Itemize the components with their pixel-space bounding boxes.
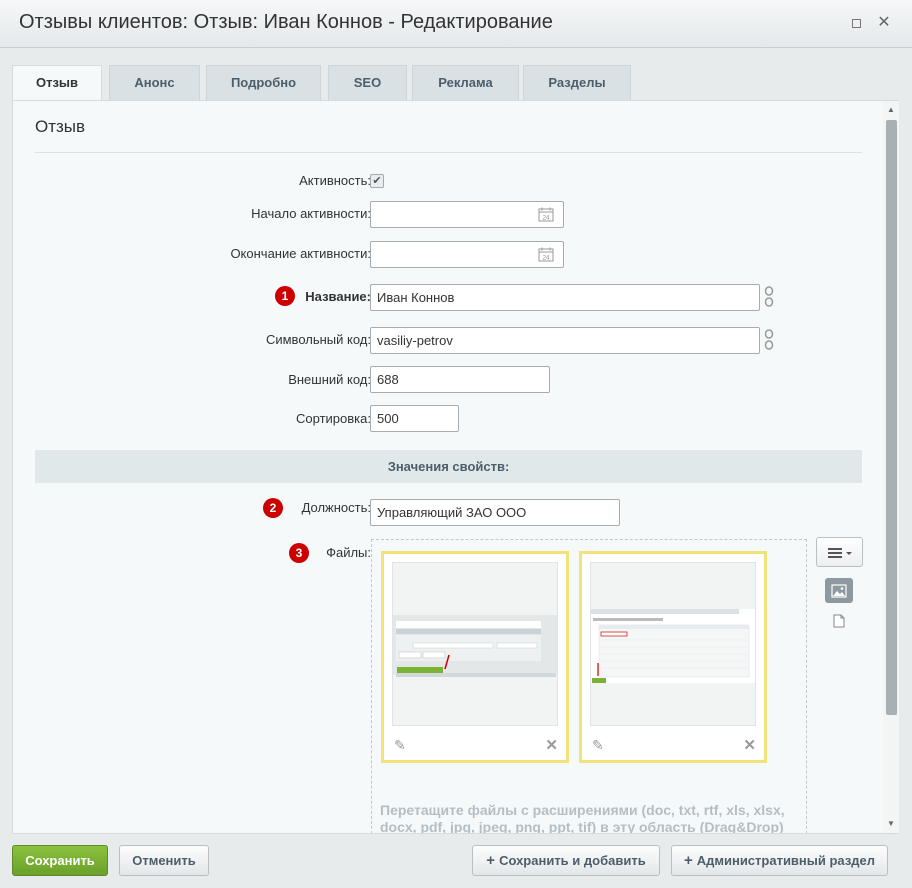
external-code-label: Внешний код: [288, 372, 371, 387]
tab-details[interactable]: Подробно [206, 65, 321, 100]
scroll-up-icon[interactable]: ▲ [887, 105, 895, 114]
admin-section-label: Административный раздел [696, 853, 876, 868]
position-label: Должность: [301, 500, 371, 515]
file-menu-button[interactable] [816, 537, 863, 567]
active-label: Активность: [299, 173, 371, 188]
sort-label: Сортировка: [296, 411, 371, 426]
properties-header: Значения свойств: [35, 450, 862, 483]
chain-link-icon[interactable] [763, 328, 775, 352]
tab-seo[interactable]: SEO [328, 65, 407, 100]
hamburger-icon [827, 548, 852, 559]
calendar-day: 24 [543, 216, 550, 222]
scroll-down-icon[interactable]: ▼ [887, 819, 895, 828]
chain-link-icon[interactable] [763, 285, 775, 309]
marker-badge-3: 3 [289, 543, 309, 563]
tab-review[interactable]: Отзыв [12, 65, 102, 101]
code-input[interactable]: vasiliy-petrov [370, 327, 760, 354]
section-title: Отзыв [35, 117, 86, 136]
plus-icon: + [683, 852, 693, 869]
file-thumbnail[interactable]: ✎ ✕ [579, 551, 767, 763]
file-preview-image [392, 562, 558, 726]
delete-icon[interactable]: ✕ [743, 736, 756, 754]
admin-section-button[interactable]: + Административный раздел [671, 845, 888, 876]
code-label: Символьный код: [265, 332, 371, 347]
files-label: Файлы: [326, 545, 371, 560]
end-date-label: Окончание активности: [230, 246, 371, 261]
active-checkbox[interactable]: ✔ [370, 174, 384, 188]
file-thumbnail[interactable]: ✎ ✕ [381, 551, 569, 763]
name-input[interactable]: Иван Коннов [370, 284, 760, 311]
delete-icon[interactable]: ✕ [545, 736, 558, 754]
save-button[interactable]: Сохранить [12, 845, 108, 876]
dropzone-instructions: Перетащите файлы с расширениями (doc, tx… [380, 802, 785, 834]
divider [35, 152, 862, 153]
form-panel: Отзыв Активность: ✔ Начало активности: 2… [12, 100, 899, 834]
window-title: Отзывы клиентов: Отзыв: Иван Коннов - Ре… [19, 11, 553, 33]
marker-badge-2: 2 [263, 498, 283, 518]
tab-ads[interactable]: Реклама [412, 65, 519, 100]
calendar-icon[interactable]: 24 [538, 247, 554, 262]
close-icon[interactable]: ✕ [877, 15, 891, 31]
sort-input[interactable]: 500 [370, 405, 459, 432]
file-view-icon[interactable] [833, 614, 845, 628]
plus-icon: + [486, 852, 496, 869]
scroll-thumb[interactable] [886, 120, 897, 715]
file-dropzone[interactable]: ✎ ✕ ✎ ✕ Перетащите файлы с расширениями … [371, 539, 807, 834]
save-and-add-label: Сохранить и добавить [499, 853, 646, 868]
maximize-icon[interactable] [849, 16, 863, 30]
window-titlebar: Отзывы клиентов: Отзыв: Иван Коннов - Ре… [0, 0, 912, 48]
start-date-label: Начало активности: [251, 206, 371, 221]
calendar-icon[interactable]: 24 [538, 207, 554, 222]
save-and-add-button[interactable]: + Сохранить и добавить [472, 845, 660, 876]
end-date-input[interactable] [370, 241, 564, 268]
position-input[interactable]: Управляющий ЗАО ООО [370, 499, 620, 526]
edit-pencil-icon[interactable]: ✎ [592, 737, 604, 754]
file-preview-image [590, 562, 756, 726]
tab-sections[interactable]: Разделы [523, 65, 631, 100]
name-label: Название: [305, 289, 371, 304]
cancel-button[interactable]: Отменить [119, 845, 209, 876]
vertical-scrollbar[interactable]: ▲ ▼ [883, 101, 899, 833]
tab-announce[interactable]: Анонс [109, 65, 200, 100]
start-date-input[interactable] [370, 201, 564, 228]
calendar-day: 24 [543, 256, 550, 262]
marker-badge-1: 1 [275, 286, 295, 306]
edit-pencil-icon[interactable]: ✎ [394, 737, 406, 754]
image-view-icon[interactable] [825, 578, 853, 603]
external-code-input[interactable]: 688 [370, 366, 550, 393]
